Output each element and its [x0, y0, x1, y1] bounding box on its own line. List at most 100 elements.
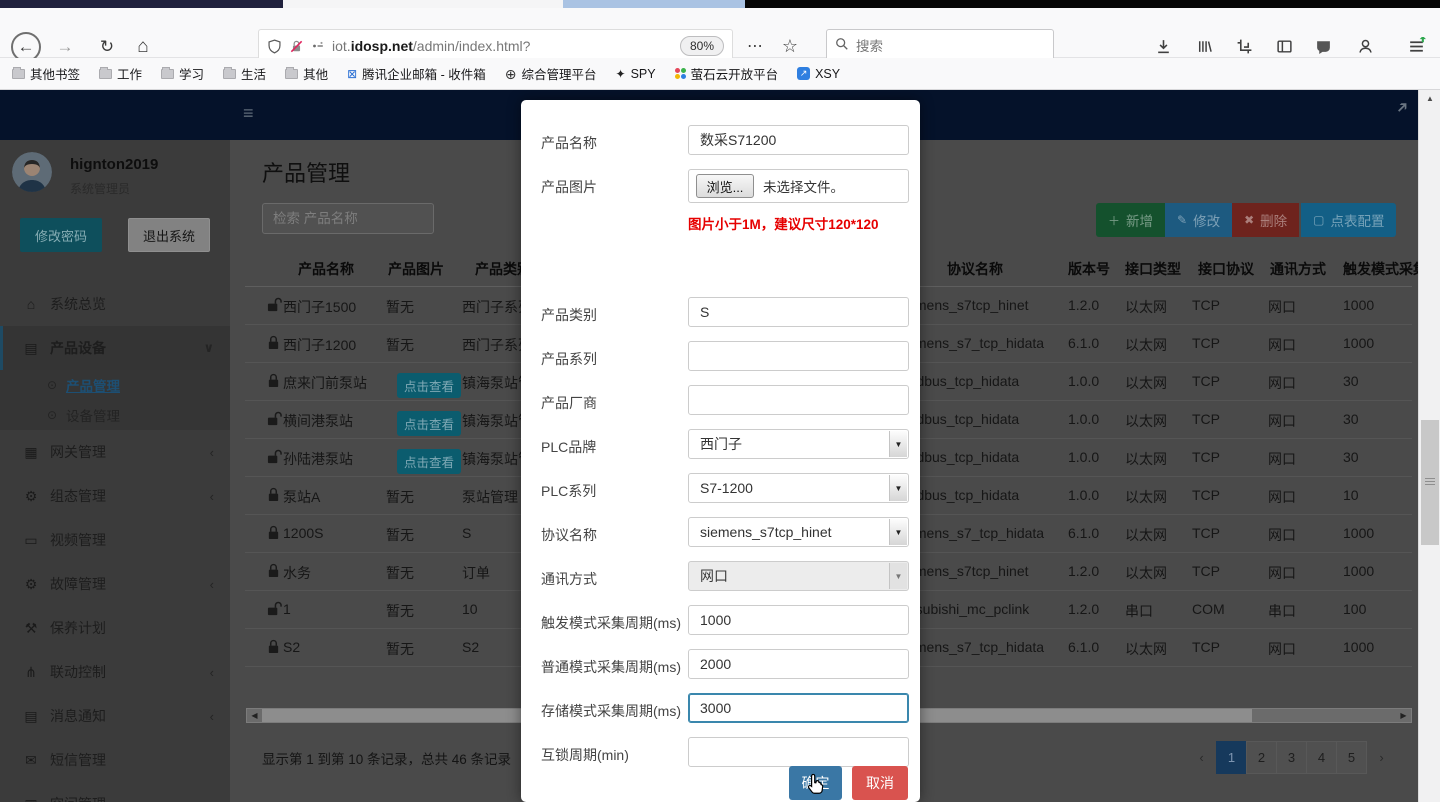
field-input-存储模式采集周期(ms)[interactable] [688, 693, 909, 723]
scroll-right-arrow[interactable]: ▶ [1396, 709, 1411, 722]
comm-mode-cell: 网口 [1268, 373, 1296, 393]
bookmark-item[interactable]: 其他 [285, 64, 328, 83]
page-5[interactable]: 5 [1336, 741, 1367, 774]
view-image-button[interactable]: 点击查看 [397, 449, 461, 474]
column-header[interactable]: 接口类型 [1125, 259, 1181, 279]
sidebar-item-消息通知[interactable]: ▤消息通知‹ [0, 694, 230, 738]
修改-button[interactable]: ✎修改 [1165, 203, 1232, 237]
field-input-产品名称[interactable] [688, 125, 909, 155]
sidebar-item-label: 视频管理 [50, 530, 106, 550]
bookmark-item[interactable]: 学习 [161, 64, 204, 83]
library-icon[interactable] [1189, 31, 1219, 61]
header-partial-icon[interactable]: ➔ [1391, 96, 1413, 118]
page-3[interactable]: 3 [1276, 741, 1307, 774]
column-header[interactable]: 协议名称 [947, 259, 1003, 279]
home-icon: ⌂ [20, 296, 42, 312]
field-input-产品厂商[interactable] [688, 385, 909, 415]
file-input[interactable]: 浏览...未选择文件。 [688, 169, 909, 203]
column-header[interactable]: 通讯方式 [1270, 259, 1326, 279]
bookmark-item[interactable]: 生活 [223, 64, 266, 83]
bookmark-item[interactable]: 工作 [99, 64, 142, 83]
sidebar-item-网关管理[interactable]: ▦网关管理‹ [0, 430, 230, 474]
bookmark-item[interactable]: ✦SPY [616, 67, 656, 81]
bookmark-item[interactable]: 萤石云开放平台 [675, 64, 779, 83]
page-prev[interactable]: ‹ [1186, 741, 1217, 774]
bookmark-star-icon[interactable]: ☆ [776, 32, 804, 60]
pocket-icon[interactable] [1308, 31, 1338, 61]
删除-button[interactable]: ✖删除 [1232, 203, 1299, 237]
sidebar-subitem-产品管理[interactable]: ⊙产品管理 [0, 370, 230, 400]
table-toolbar: ＋新增✎修改✖删除▢点表配置 [1096, 203, 1396, 237]
downloads-icon[interactable] [1148, 31, 1178, 61]
sidebar-item-联动控制[interactable]: ⋔联动控制‹ [0, 650, 230, 694]
interface-protocol-cell: TCP [1192, 335, 1220, 351]
menu-hamburger-icon[interactable] [1401, 31, 1431, 61]
sidebars-icon[interactable] [1269, 31, 1299, 61]
account-icon[interactable] [1350, 31, 1380, 61]
点表配置-button[interactable]: ▢点表配置 [1301, 203, 1396, 237]
field-input-产品类别[interactable] [688, 297, 909, 327]
page-4[interactable]: 4 [1306, 741, 1337, 774]
bookmark-item[interactable]: ⊕综合管理平台 [505, 64, 597, 83]
sidebar-item-组态管理[interactable]: ⚙组态管理‹ [0, 474, 230, 518]
zoom-level-badge[interactable]: 80% [680, 36, 724, 56]
vertical-scrollbar[interactable]: ▲ [1418, 90, 1440, 802]
screenshot-icon[interactable] [1229, 31, 1259, 61]
field-input-产品系列[interactable] [688, 341, 909, 371]
url-text[interactable]: iot.idosp.net/admin/index.html? [332, 38, 530, 54]
column-header[interactable]: 接口协议 [1198, 259, 1254, 279]
page-2[interactable]: 2 [1246, 741, 1277, 774]
table-search-input[interactable] [262, 203, 434, 234]
field-select-通讯方式[interactable]: 网口▼ [688, 561, 909, 591]
field-select-PLC系列[interactable]: S7-1200▼ [688, 473, 909, 503]
bookmark-item[interactable]: ⊠腾讯企业邮箱 - 收件箱 [347, 64, 486, 83]
permissions-icon[interactable] [311, 39, 325, 53]
page-1[interactable]: 1 [1216, 741, 1247, 774]
field-input-普通模式采集周期(ms)[interactable] [688, 649, 909, 679]
cross-icon: ✖ [1244, 213, 1254, 227]
version-cell: 1.0.0 [1068, 487, 1099, 503]
新增-button[interactable]: ＋新增 [1096, 203, 1165, 237]
view-image-button[interactable]: 点击查看 [397, 411, 461, 436]
active-tab[interactable] [283, 0, 563, 8]
column-header[interactable]: 产品图片 [388, 259, 444, 279]
scroll-left-arrow[interactable]: ◀ [247, 709, 262, 722]
column-header[interactable]: 产品名称 [298, 259, 354, 279]
sidebar-item-视频管理[interactable]: ▭视频管理 [0, 518, 230, 562]
page-actions-icon[interactable]: ⋯ [741, 32, 769, 60]
field-select-协议名称[interactable]: siemens_s7tcp_hinet▼ [688, 517, 909, 547]
view-image-button[interactable]: 点击查看 [397, 373, 461, 398]
sidebar-item-空间管理[interactable]: ▦空间管理 [0, 782, 230, 802]
scroll-up-arrow[interactable]: ▲ [1419, 90, 1440, 106]
sidebar-toggle-icon[interactable]: ≡ [243, 103, 254, 124]
sidebar-item-故障管理[interactable]: ⚙故障管理‹ [0, 562, 230, 606]
column-header[interactable]: 触发模式采集周期(ms) [1343, 259, 1418, 279]
sidebar-item-label: 保养计划 [50, 618, 106, 638]
bookmark-label: 萤石云开放平台 [691, 64, 779, 83]
interface-type-cell: 以太网 [1125, 335, 1167, 355]
sidebar-item-产品设备[interactable]: ▤产品设备∨ [0, 326, 230, 370]
logout-button[interactable]: 退出系统 [128, 218, 210, 252]
change-password-button[interactable]: 修改密码 [20, 218, 102, 252]
browse-button[interactable]: 浏览... [696, 174, 754, 198]
bookmark-item[interactable]: 其他书签 [12, 64, 80, 83]
select-value: siemens_s7tcp_hinet [700, 524, 832, 540]
field-label: 产品厂商 [541, 393, 691, 413]
adjacent-tab[interactable] [563, 0, 745, 8]
field-select-PLC品牌[interactable]: 西门子▼ [688, 429, 909, 459]
sidebar-item-短信管理[interactable]: ✉短信管理 [0, 738, 230, 782]
cancel-button[interactable]: 取消 [852, 766, 908, 800]
bookmark-item[interactable]: ↗XSY [797, 67, 840, 81]
vertical-scroll-thumb[interactable] [1421, 420, 1439, 545]
sidebar-item-系统总览[interactable]: ⌂系统总览 [0, 282, 230, 326]
chevron-left-icon: ‹ [210, 665, 214, 680]
sidebar-subitem-设备管理[interactable]: ⊙设备管理 [0, 400, 230, 430]
insecure-lock-icon[interactable] [289, 39, 304, 54]
browser-search-input[interactable] [856, 39, 1016, 54]
column-header[interactable]: 版本号 [1068, 259, 1110, 279]
sidebar-item-保养计划[interactable]: ⚒保养计划 [0, 606, 230, 650]
field-input-互锁周期(min)[interactable] [688, 737, 909, 767]
field-input-触发模式采集周期(ms)[interactable] [688, 605, 909, 635]
page-next[interactable]: › [1366, 741, 1397, 774]
shield-icon[interactable] [267, 39, 282, 54]
